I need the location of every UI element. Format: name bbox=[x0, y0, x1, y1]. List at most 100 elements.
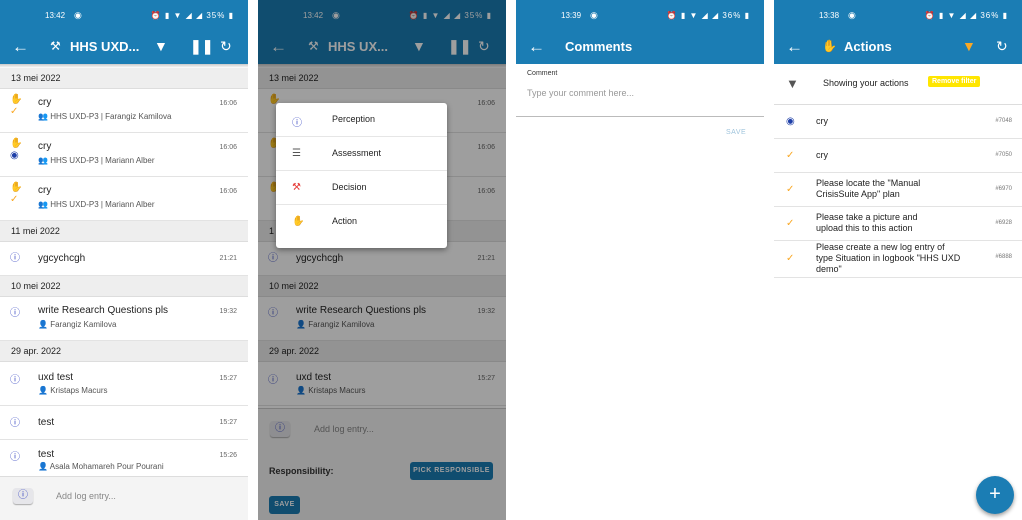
check-icon: ✓ bbox=[10, 106, 19, 117]
radio-icon: ◉ bbox=[10, 150, 19, 161]
log-input-bar: ⓘ Add log entry... bbox=[0, 476, 248, 520]
info-icon: ⓘ bbox=[10, 253, 20, 264]
log-entry[interactable]: ⓘ write Research Questions pls 👤 Farangi… bbox=[0, 297, 248, 341]
entry-title: uxd test bbox=[38, 372, 74, 383]
menu-item-label: Perception bbox=[332, 114, 376, 124]
log-entry[interactable]: ⓘ ygcychcgh 21:21 bbox=[0, 242, 248, 276]
actions-screen: 13:38 ◉ ⏰ ▮ ▼ ◢ ◢ 36% ▮ ← ✋ Actions ▼ ↻ … bbox=[774, 0, 1022, 520]
check-icon: ✓ bbox=[786, 218, 795, 229]
radio-icon: ◉ bbox=[786, 116, 795, 127]
action-title: cry bbox=[816, 150, 828, 160]
messenger-icon: ◉ bbox=[590, 10, 598, 20]
remove-filter-button[interactable]: Remove filter bbox=[928, 76, 981, 87]
battery-level: 36% bbox=[722, 11, 742, 20]
comment-input[interactable]: Type your comment here... bbox=[527, 88, 634, 98]
messenger-icon: ◉ bbox=[74, 10, 82, 20]
modal-overlay[interactable] bbox=[258, 0, 506, 520]
log-entry[interactable]: ✋ ◉ cry 👥 HHS UXD-P3 | Mariann Alber 16:… bbox=[0, 133, 248, 177]
status-icons: ⏰ ▮ ▼ ◢ ◢ 36% ▮ bbox=[666, 11, 750, 20]
action-code: #7050 bbox=[995, 152, 1012, 158]
list-icon: ☰ bbox=[292, 148, 301, 159]
status-bar: 13:39 ◉ ⏰ ▮ ▼ ◢ ◢ 36% ▮ bbox=[516, 0, 764, 30]
action-row[interactable]: ◉ cry #7048 bbox=[774, 105, 1022, 139]
page-title: HHS UXD... bbox=[70, 39, 140, 54]
entry-title: test bbox=[38, 449, 55, 460]
check-icon: ✓ bbox=[786, 150, 795, 161]
status-time: 13:42 bbox=[45, 11, 66, 20]
log-entry[interactable]: ⓘ test 15:27 bbox=[0, 406, 248, 440]
refresh-icon[interactable]: ↻ bbox=[220, 38, 232, 55]
menu-item-assessment[interactable]: ☰ Assessment bbox=[276, 137, 447, 171]
action-code: #6888 bbox=[995, 254, 1012, 260]
action-row[interactable]: ✓ Please take a picture and upload this … bbox=[774, 207, 1022, 241]
entry-time: 21:21 bbox=[219, 255, 237, 262]
check-icon: ✓ bbox=[786, 184, 795, 195]
action-row[interactable]: ✓ Please create a new log entry of type … bbox=[774, 241, 1022, 278]
entry-title: cry bbox=[38, 141, 52, 152]
gavel-icon: ⚒ bbox=[292, 182, 301, 193]
status-time: 13:38 bbox=[819, 11, 840, 20]
back-arrow-icon[interactable]: ← bbox=[528, 37, 545, 57]
hand-icon: ✋ bbox=[822, 39, 837, 53]
menu-item-decision[interactable]: ⚒ Decision bbox=[276, 171, 447, 205]
divider bbox=[516, 116, 764, 117]
entry-time: 19:32 bbox=[219, 308, 237, 315]
entry-type-button[interactable]: ⓘ bbox=[13, 488, 33, 504]
action-code: #6928 bbox=[995, 220, 1012, 226]
entry-time: 16:06 bbox=[219, 100, 237, 107]
filter-icon[interactable]: ▼ bbox=[154, 38, 168, 54]
filter-bar: ▼ Showing your actions Remove filter bbox=[774, 64, 1022, 105]
log-entry-input[interactable]: Add log entry... bbox=[56, 491, 116, 501]
entry-subtitle: 👤 Asala Mohamareh Pour Pourani bbox=[38, 462, 164, 471]
log-entry[interactable]: ✋ ✓ cry 👥 HHS UXD-P3 | Mariann Alber 16:… bbox=[0, 177, 248, 221]
save-button[interactable]: SAVE bbox=[726, 129, 746, 136]
info-icon: ⓘ bbox=[10, 418, 20, 429]
log-entry[interactable]: ⓘ test 👤 Asala Mohamareh Pour Pourani 15… bbox=[0, 440, 248, 477]
date-header: 11 mei 2022 bbox=[0, 221, 248, 242]
entry-subtitle: 👥 HHS UXD-P3 | Mariann Alber bbox=[38, 156, 155, 165]
filter-text: Showing your actions bbox=[823, 78, 909, 88]
menu-item-label: Decision bbox=[332, 182, 367, 192]
add-action-button[interactable]: + bbox=[976, 476, 1014, 514]
thumb-icon: ✋ bbox=[10, 138, 23, 149]
logbook-menu-screen: 13:42 ◉ ⏰ ▮ ▼ ◢ ◢ 35% ▮ ← ⚒ HHS UX... ▼ … bbox=[258, 0, 506, 520]
action-code: #6970 bbox=[995, 186, 1012, 192]
info-icon: ⓘ bbox=[10, 452, 20, 463]
gavel-icon: ⚒ bbox=[50, 39, 61, 53]
entry-subtitle: 👤 Kristaps Macurs bbox=[38, 386, 108, 395]
entry-title: cry bbox=[38, 185, 52, 196]
info-icon: ⓘ bbox=[10, 308, 20, 319]
toolbar: ← ✋ Actions ▼ ↻ bbox=[774, 30, 1022, 64]
log-entry[interactable]: ✋ ✓ cry 👥 HHS UXD-P3 | Farangiz Kamilova… bbox=[0, 89, 248, 133]
status-icons: ⏰ ▮ ▼ ◢ ◢ 35% ▮ bbox=[150, 11, 234, 20]
entry-time: 15:27 bbox=[219, 375, 237, 382]
comment-label: Comment bbox=[527, 70, 558, 77]
entry-title: cry bbox=[38, 97, 52, 108]
filter-icon[interactable]: ▼ bbox=[962, 38, 976, 54]
refresh-icon[interactable]: ↻ bbox=[996, 38, 1008, 55]
action-row[interactable]: ✓ cry #7050 bbox=[774, 139, 1022, 173]
entry-subtitle: 👥 HHS UXD-P3 | Farangiz Kamilova bbox=[38, 112, 172, 121]
thumb-icon: ✋ bbox=[10, 182, 23, 193]
entry-time: 16:06 bbox=[219, 144, 237, 151]
menu-item-action[interactable]: ✋ Action bbox=[276, 205, 447, 238]
entry-title: test bbox=[38, 417, 55, 428]
action-title: Please locate the "Manual CrisisSuite Ap… bbox=[816, 178, 921, 199]
log-entry[interactable]: ⓘ uxd test 👤 Kristaps Macurs 15:27 bbox=[0, 362, 248, 406]
info-icon: ⓘ bbox=[10, 375, 20, 386]
action-row[interactable]: ✓ Please locate the "Manual CrisisSuite … bbox=[774, 173, 1022, 207]
menu-item-perception[interactable]: ⓘ Perception bbox=[276, 103, 447, 137]
check-icon: ✓ bbox=[786, 253, 795, 264]
menu-item-label: Assessment bbox=[332, 148, 382, 158]
page-title: Actions bbox=[844, 39, 892, 54]
pause-icon[interactable]: ❚❚ bbox=[190, 38, 213, 55]
back-arrow-icon[interactable]: ← bbox=[12, 37, 29, 57]
messenger-icon: ◉ bbox=[848, 10, 856, 20]
entry-title: write Research Questions pls bbox=[38, 305, 169, 316]
toolbar: ← Comments bbox=[516, 30, 764, 64]
back-arrow-icon[interactable]: ← bbox=[786, 37, 803, 57]
toolbar: ← ⚒ HHS UXD... ▼ ❚❚ ↻ bbox=[0, 30, 248, 64]
status-bar: 13:38 ◉ ⏰ ▮ ▼ ◢ ◢ 36% ▮ bbox=[774, 0, 1022, 30]
entry-time: 15:27 bbox=[219, 419, 237, 426]
page-title: Comments bbox=[565, 39, 633, 54]
